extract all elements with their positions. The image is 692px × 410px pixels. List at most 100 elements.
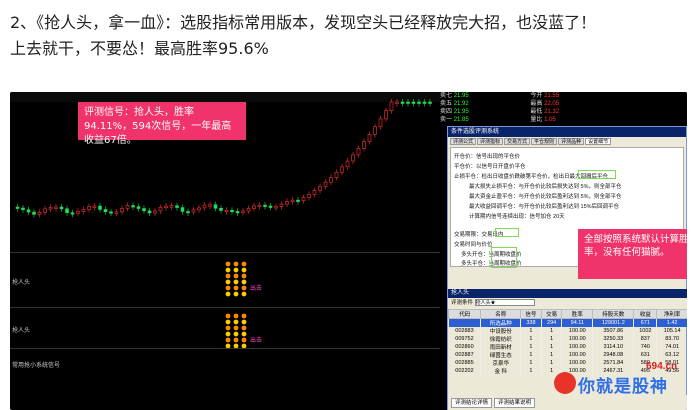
- quote-row: 卖七 21.95 今开 21.55: [440, 93, 560, 99]
- candle-body: [43, 208, 47, 213]
- option-text[interactable]: 最大收益回调平仓：与开仓价比较后盈利达到 15%后回调平仓: [469, 202, 619, 210]
- candle-body: [153, 210, 157, 214]
- signal-marker: [233, 291, 239, 297]
- table-cell: 1: [520, 343, 542, 351]
- candle-body: [334, 171, 339, 178]
- table-row[interactable]: 002887 绿茵生态 1 1 100.00 2948.08 631 63.12: [448, 351, 687, 359]
- candle-body: [147, 210, 152, 214]
- column-header[interactable]: 代码: [447, 309, 482, 319]
- panel3-label: 常用抢小系统信号: [12, 363, 61, 369]
- signal-marker: [241, 331, 247, 337]
- candle-body: [191, 209, 196, 213]
- candle-body: [384, 110, 388, 120]
- candle-body: [257, 204, 262, 207]
- table-cell: 1: [520, 367, 542, 375]
- signal-marker: [233, 319, 239, 325]
- tab-close-rules[interactable]: 平仓规则: [531, 138, 558, 145]
- candle-body: [285, 201, 289, 205]
- quote-row: 卖四 21.95 最低 21.32: [440, 109, 560, 115]
- table-cell: 所选品种: [480, 318, 522, 327]
- option-text[interactable]: 计算期内信号连续出现：信号加仓 20天: [469, 212, 565, 220]
- candle-body: [411, 101, 416, 104]
- table-cell: 1: [541, 343, 563, 351]
- tab-trade-mode[interactable]: 交易方式: [504, 138, 531, 145]
- column-header[interactable]: 收益: [633, 309, 658, 319]
- column-header[interactable]: 胜率: [561, 309, 594, 319]
- table-header: 代码 名称 信号 交易 胜率 持股天数 收益 净利率: [447, 309, 687, 319]
- site-watermark: 你就是股神 694.cn: [550, 361, 687, 408]
- tab-instruments[interactable]: 评测品种: [558, 138, 585, 145]
- option-text: 开仓价：信号出现的平仓价: [454, 154, 521, 160]
- candle-body: [21, 207, 25, 211]
- logo-icon: [554, 372, 576, 394]
- dialog-title: 条件选股评测系统: [448, 127, 686, 137]
- table-row[interactable]: 002883 中设股份 1 1 100.00 3507.86 1002 105.14: [448, 327, 687, 335]
- candle-body: [59, 206, 64, 210]
- signal-marker: [241, 325, 247, 331]
- signal-marker: [233, 279, 239, 285]
- signal-marker: [241, 313, 247, 319]
- table-cell: 294: [541, 318, 563, 327]
- candle-body: [87, 206, 91, 210]
- formula-input[interactable]: [474, 299, 535, 307]
- candle-body: [26, 209, 31, 213]
- table-row[interactable]: 所选品种 338 294 94.11 129001.2 671 1.42: [448, 318, 687, 327]
- candle-body: [400, 101, 405, 104]
- column-header[interactable]: 名称: [480, 309, 522, 319]
- candle-body: [197, 207, 201, 211]
- candle-body: [263, 204, 267, 207]
- panel-separator: [10, 252, 440, 253]
- article-line-1: 2、《抢人头，拿一血》：选股指标常用版本，发现空头已经释放完大招，也没蓝了！: [10, 13, 597, 32]
- signal-marker: [241, 267, 247, 273]
- column-header[interactable]: 净利率: [656, 309, 687, 319]
- candle-body: [54, 206, 58, 209]
- candle-body: [81, 209, 86, 212]
- software-screenshot: 出击 出击 抢人头 抢人头 常用抢小系统信号 评测信号：抢人头，胜率94.11%，…: [10, 92, 687, 410]
- table-cell: 105.14: [656, 327, 687, 335]
- option-text[interactable]: 最大资金止盈平仓：与开仓价比较后盈利达到 5%，则全部平仓: [469, 192, 621, 200]
- tab-formula[interactable]: 评测公式: [450, 138, 477, 145]
- table-cell: 1002: [633, 327, 658, 335]
- tab-result-notes[interactable]: 评测结果说明: [494, 398, 536, 408]
- option-text[interactable]: 最大损失止损平仓：与开仓价比较后损失达到 5%，则全部平仓: [469, 182, 621, 190]
- candle-body: [351, 154, 355, 162]
- table-cell: 京泉华: [480, 359, 522, 367]
- option-text: 平仓价：以信号日开盘价平仓: [454, 164, 526, 170]
- table-cell: 1.42: [656, 318, 687, 327]
- table-cell: 837: [633, 335, 658, 343]
- table-cell: 1: [520, 359, 542, 367]
- candle-body: [296, 199, 300, 202]
- column-header[interactable]: 持股天数: [592, 309, 635, 319]
- signal-marker: [233, 313, 239, 319]
- candle-body: [98, 205, 102, 210]
- candle-body: [109, 211, 113, 214]
- signal-marker: [225, 337, 231, 343]
- table-cell: 3250.33: [592, 335, 635, 343]
- table-cell: 雨田新材: [480, 343, 522, 351]
- table-cell: 金 科: [480, 367, 522, 375]
- column-header[interactable]: 信号: [520, 309, 542, 319]
- candle-body: [246, 208, 251, 212]
- candle-body: [70, 212, 75, 215]
- candle-body: [235, 211, 240, 214]
- table-cell: 1: [520, 327, 542, 335]
- table-cell: 74.01: [656, 343, 687, 351]
- table-cell: 徐霞纺织: [480, 335, 522, 343]
- table-cell: 1: [541, 327, 563, 335]
- table-row[interactable]: 009752 徐霞纺织 1 1 100.00 3250.33 837 83.70: [448, 335, 687, 343]
- column-header[interactable]: 交易: [540, 309, 563, 319]
- candle-body: [345, 160, 350, 168]
- candle-body: [274, 206, 278, 209]
- signal-marker: [225, 267, 231, 273]
- tab-result-details[interactable]: 评测结论详情: [451, 398, 493, 408]
- signal-marker: [225, 273, 231, 279]
- signal-marker: [241, 285, 247, 291]
- table-cell: 100.00: [561, 351, 594, 359]
- signal-marker: [233, 325, 239, 331]
- table-cell: 100.00: [561, 343, 594, 351]
- quote-row: 卖五 21.92 最高 22.05: [440, 101, 560, 107]
- signal-marker: [241, 291, 247, 297]
- tab-indicator[interactable]: 评测指标: [477, 138, 504, 145]
- table-row[interactable]: 002860 雨田新材 1 1 100.00 3114.10 740 74.01: [448, 343, 687, 351]
- tab-details[interactable]: 设置细节: [585, 138, 612, 145]
